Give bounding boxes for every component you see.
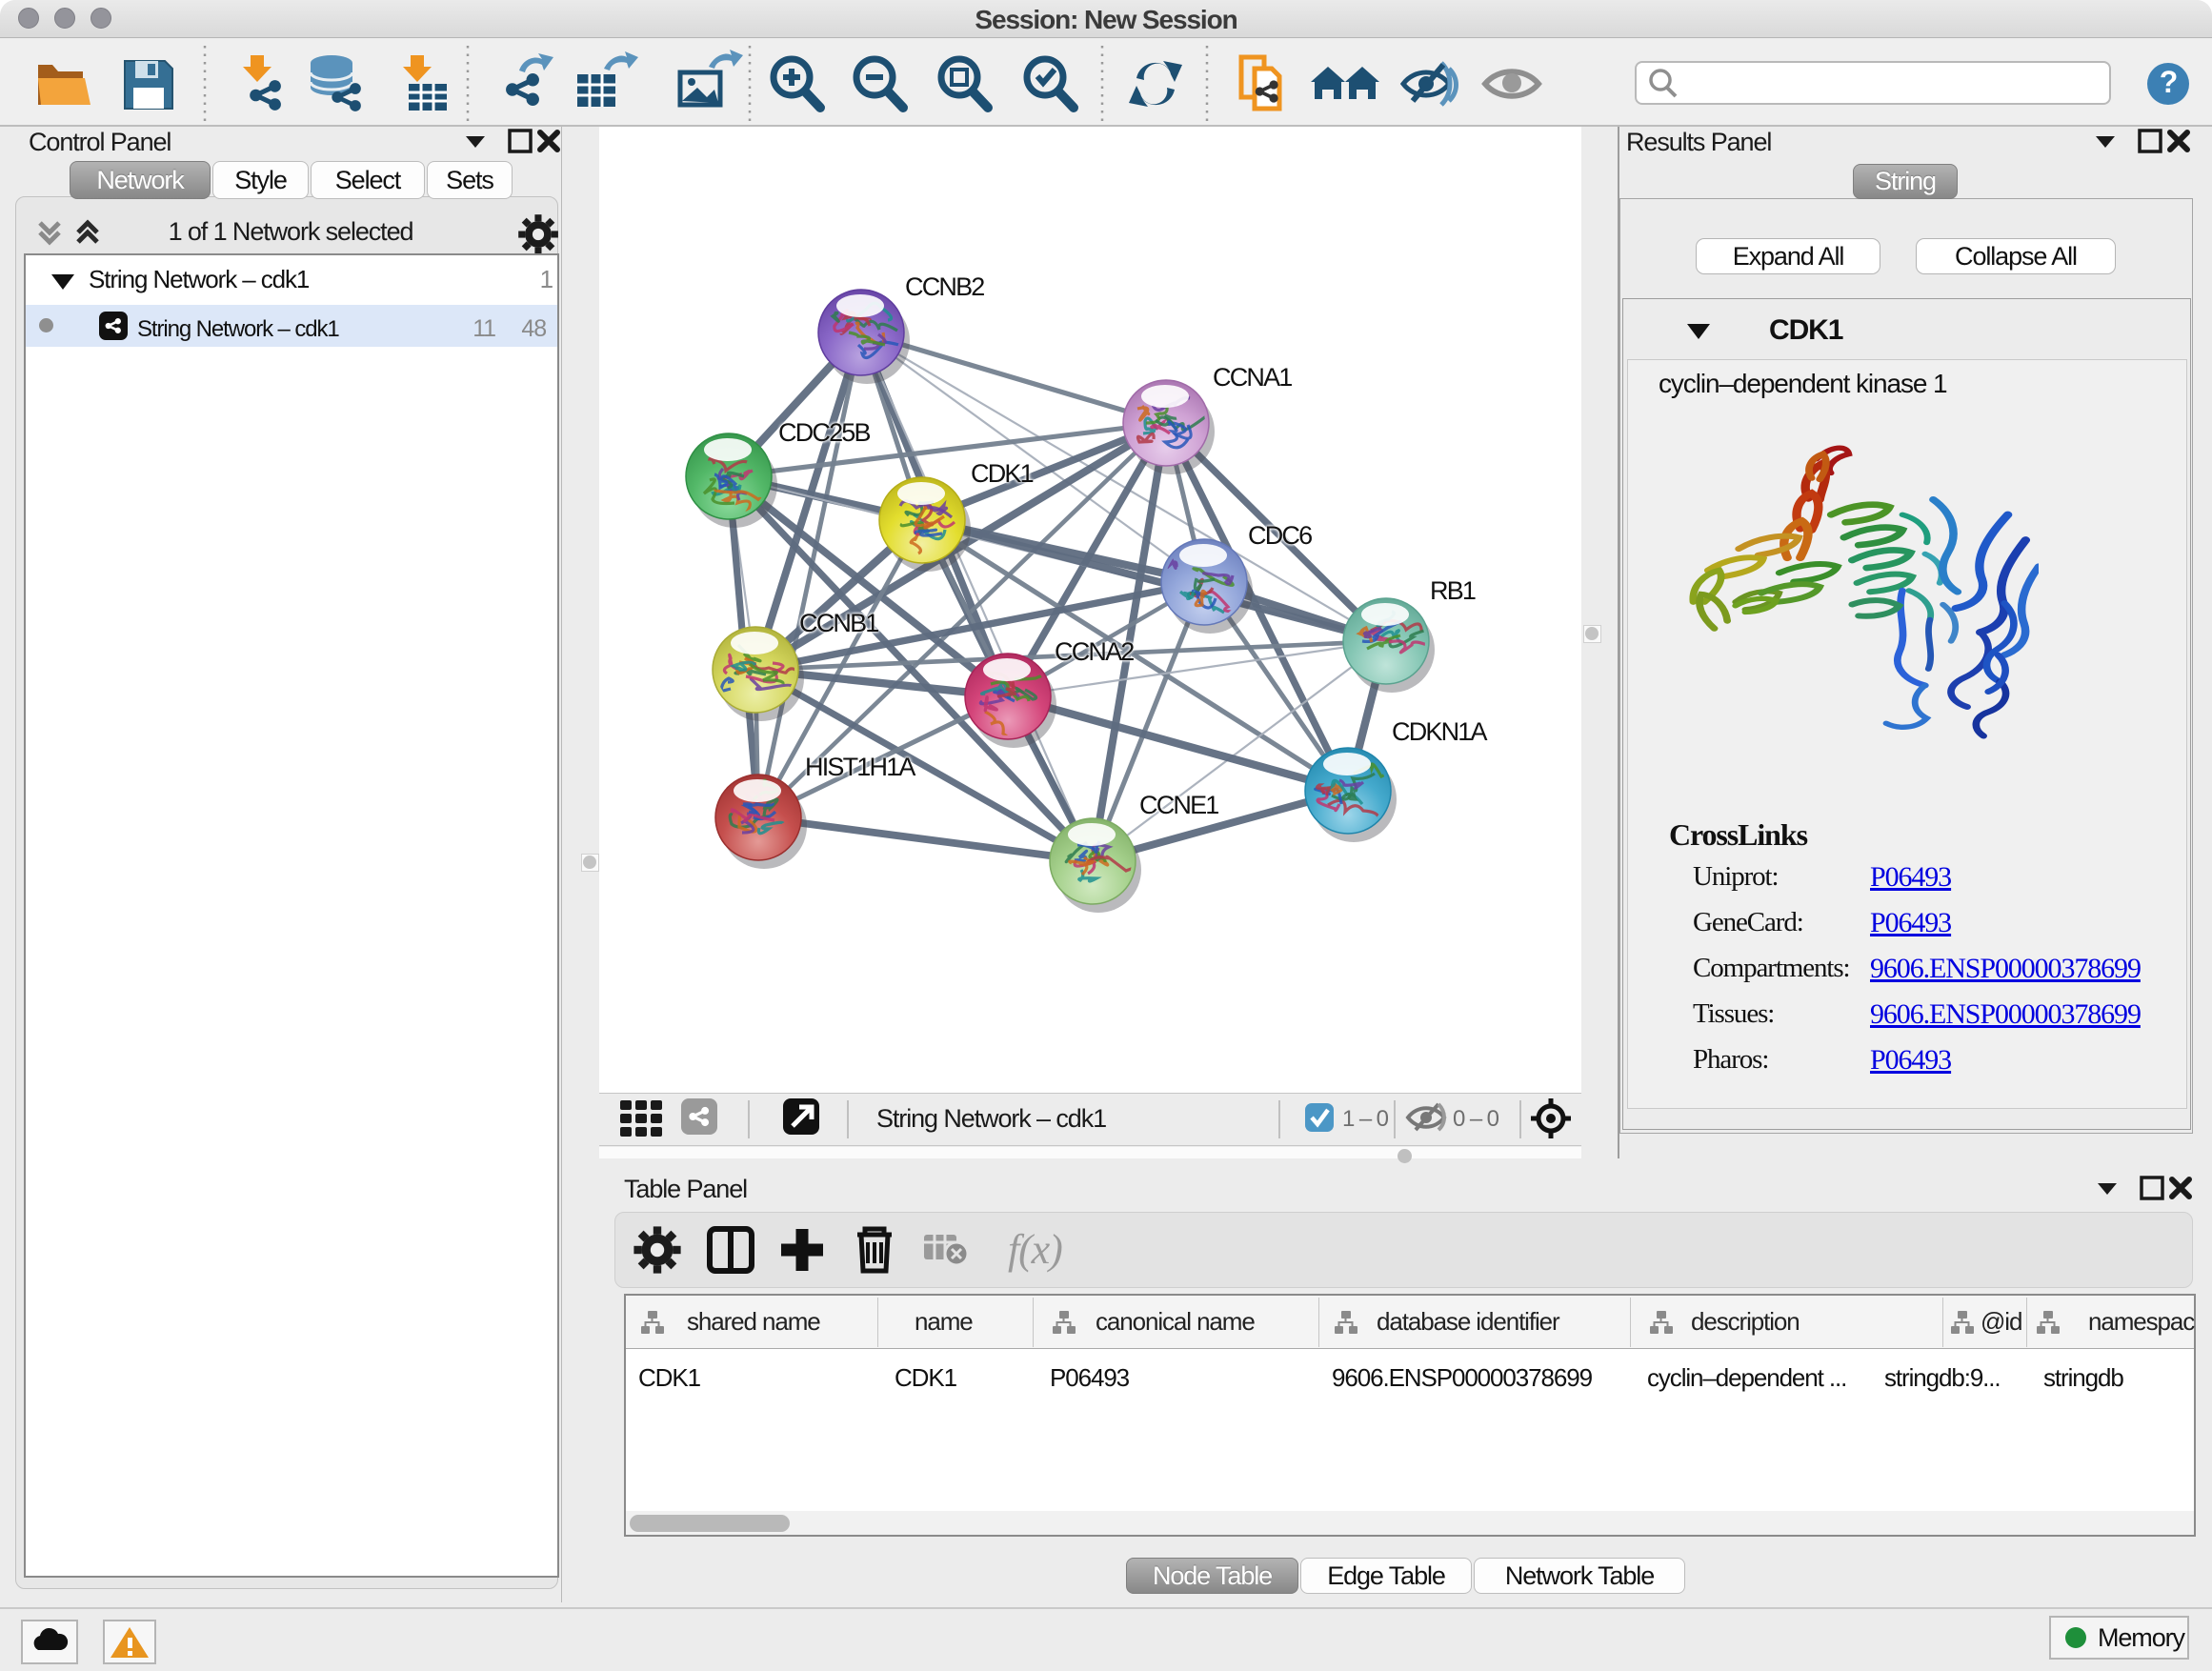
svg-text:String Network – cdk1: String Network – cdk1 [876,1104,1106,1133]
svg-text:1 – 0: 1 – 0 [1342,1106,1389,1132]
svg-text:0 – 0: 0 – 0 [1453,1106,1499,1132]
svg-text:f(x): f(x) [1008,1226,1062,1273]
